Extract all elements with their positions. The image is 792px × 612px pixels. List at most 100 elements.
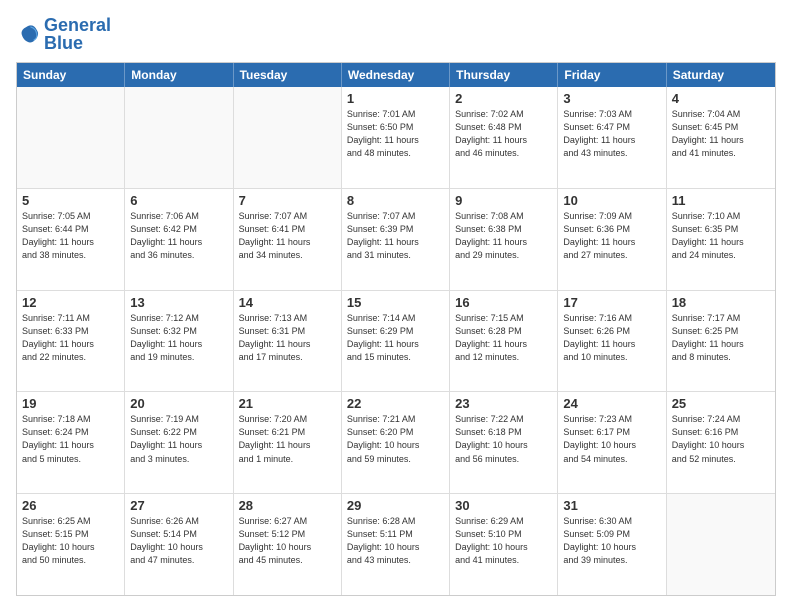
calendar-day-17: 17 Sunrise: 7:16 AM Sunset: 6:26 PM Dayli… [558, 291, 666, 392]
day-number: 21 [239, 396, 336, 411]
day-info: Sunrise: 7:13 AM Sunset: 6:31 PM Dayligh… [239, 312, 336, 364]
day-info: Sunrise: 6:27 AM Sunset: 5:12 PM Dayligh… [239, 515, 336, 567]
calendar: SundayMondayTuesdayWednesdayThursdayFrid… [16, 62, 776, 596]
calendar-day-27: 27 Sunrise: 6:26 AM Sunset: 5:14 PM Dayli… [125, 494, 233, 595]
day-number: 23 [455, 396, 552, 411]
day-number: 3 [563, 91, 660, 106]
calendar-day-10: 10Sunrise: 7:09 AM Sunset: 6:36 PM Dayli… [558, 189, 666, 290]
day-info: Sunrise: 7:18 AM Sunset: 6:24 PM Dayligh… [22, 413, 119, 465]
day-number: 31 [563, 498, 660, 513]
calendar-day-31: 31 Sunrise: 6:30 AM Sunset: 5:09 PM Dayli… [558, 494, 666, 595]
calendar-day-29: 29Sunrise: 6:28 AM Sunset: 5:11 PM Dayli… [342, 494, 450, 595]
day-info: Sunrise: 7:05 AM Sunset: 6:44 PM Dayligh… [22, 210, 119, 262]
day-number: 26 [22, 498, 119, 513]
calendar-week-2: 5 Sunrise: 7:05 AM Sunset: 6:44 PM Daylig… [17, 188, 775, 290]
calendar-day-16: 16 Sunrise: 7:15 AM Sunset: 6:28 PM Dayli… [450, 291, 558, 392]
calendar-week-1: 1 Sunrise: 7:01 AM Sunset: 6:50 PM Daylig… [17, 87, 775, 188]
day-info: Sunrise: 7:20 AM Sunset: 6:21 PM Dayligh… [239, 413, 336, 465]
day-number: 17 [563, 295, 660, 310]
calendar-day-2: 2 Sunrise: 7:02 AM Sunset: 6:48 PM Daylig… [450, 87, 558, 188]
day-number: 14 [239, 295, 336, 310]
calendar-day-23: 23 Sunrise: 7:22 AM Sunset: 6:18 PM Dayli… [450, 392, 558, 493]
day-info: Sunrise: 7:07 AM Sunset: 6:41 PM Dayligh… [239, 210, 336, 262]
header-day-saturday: Saturday [667, 63, 775, 87]
calendar-day-20: 20 Sunrise: 7:19 AM Sunset: 6:22 PM Dayli… [125, 392, 233, 493]
day-info: Sunrise: 6:26 AM Sunset: 5:14 PM Dayligh… [130, 515, 227, 567]
day-info: Sunrise: 7:01 AM Sunset: 6:50 PM Dayligh… [347, 108, 444, 160]
day-info: Sunrise: 7:19 AM Sunset: 6:22 PM Dayligh… [130, 413, 227, 465]
header-day-friday: Friday [558, 63, 666, 87]
day-info: Sunrise: 6:30 AM Sunset: 5:09 PM Dayligh… [563, 515, 660, 567]
calendar-day-1: 1 Sunrise: 7:01 AM Sunset: 6:50 PM Daylig… [342, 87, 450, 188]
calendar-day-21: 21 Sunrise: 7:20 AM Sunset: 6:21 PM Dayli… [234, 392, 342, 493]
day-number: 29 [347, 498, 444, 513]
calendar-day-19: 19 Sunrise: 7:18 AM Sunset: 6:24 PM Dayli… [17, 392, 125, 493]
calendar-week-5: 26 Sunrise: 6:25 AM Sunset: 5:15 PM Dayli… [17, 493, 775, 595]
calendar-day-4: 4Sunrise: 7:04 AM Sunset: 6:45 PM Daylig… [667, 87, 775, 188]
day-number: 20 [130, 396, 227, 411]
day-info: Sunrise: 7:22 AM Sunset: 6:18 PM Dayligh… [455, 413, 552, 465]
day-info: Sunrise: 7:08 AM Sunset: 6:38 PM Dayligh… [455, 210, 552, 262]
day-number: 8 [347, 193, 444, 208]
calendar-day-13: 13 Sunrise: 7:12 AM Sunset: 6:32 PM Dayli… [125, 291, 233, 392]
calendar-day-11: 11Sunrise: 7:10 AM Sunset: 6:35 PM Dayli… [667, 189, 775, 290]
header-day-sunday: Sunday [17, 63, 125, 87]
day-info: Sunrise: 7:02 AM Sunset: 6:48 PM Dayligh… [455, 108, 552, 160]
calendar-day-3: 3 Sunrise: 7:03 AM Sunset: 6:47 PM Daylig… [558, 87, 666, 188]
day-info: Sunrise: 7:11 AM Sunset: 6:33 PM Dayligh… [22, 312, 119, 364]
calendar-day-6: 6Sunrise: 7:06 AM Sunset: 6:42 PM Daylig… [125, 189, 233, 290]
logo: General Blue [16, 16, 111, 52]
day-info: Sunrise: 6:29 AM Sunset: 5:10 PM Dayligh… [455, 515, 552, 567]
calendar-day-26: 26 Sunrise: 6:25 AM Sunset: 5:15 PM Dayli… [17, 494, 125, 595]
calendar-day-12: 12 Sunrise: 7:11 AM Sunset: 6:33 PM Dayli… [17, 291, 125, 392]
calendar-week-4: 19 Sunrise: 7:18 AM Sunset: 6:24 PM Dayli… [17, 391, 775, 493]
day-number: 28 [239, 498, 336, 513]
day-info: Sunrise: 7:21 AM Sunset: 6:20 PM Dayligh… [347, 413, 444, 465]
day-number: 16 [455, 295, 552, 310]
calendar-body: 1 Sunrise: 7:01 AM Sunset: 6:50 PM Daylig… [17, 87, 775, 595]
logo-icon [16, 22, 40, 46]
logo-text: General Blue [44, 16, 111, 52]
header-day-wednesday: Wednesday [342, 63, 450, 87]
day-number: 9 [455, 193, 552, 208]
calendar-empty-cell [234, 87, 342, 188]
calendar-day-22: 22 Sunrise: 7:21 AM Sunset: 6:20 PM Dayli… [342, 392, 450, 493]
day-info: Sunrise: 7:15 AM Sunset: 6:28 PM Dayligh… [455, 312, 552, 364]
day-info: Sunrise: 7:03 AM Sunset: 6:47 PM Dayligh… [563, 108, 660, 160]
header-day-tuesday: Tuesday [234, 63, 342, 87]
day-info: Sunrise: 7:16 AM Sunset: 6:26 PM Dayligh… [563, 312, 660, 364]
calendar-empty-cell [667, 494, 775, 595]
day-info: Sunrise: 7:04 AM Sunset: 6:45 PM Dayligh… [672, 108, 770, 160]
day-info: Sunrise: 7:23 AM Sunset: 6:17 PM Dayligh… [563, 413, 660, 465]
calendar-day-8: 8 Sunrise: 7:07 AM Sunset: 6:39 PM Daylig… [342, 189, 450, 290]
day-number: 18 [672, 295, 770, 310]
day-number: 1 [347, 91, 444, 106]
day-number: 19 [22, 396, 119, 411]
day-number: 15 [347, 295, 444, 310]
day-info: Sunrise: 7:10 AM Sunset: 6:35 PM Dayligh… [672, 210, 770, 262]
day-number: 25 [672, 396, 770, 411]
day-number: 10 [563, 193, 660, 208]
day-number: 22 [347, 396, 444, 411]
header-day-thursday: Thursday [450, 63, 558, 87]
calendar-header: SundayMondayTuesdayWednesdayThursdayFrid… [17, 63, 775, 87]
day-number: 12 [22, 295, 119, 310]
day-number: 27 [130, 498, 227, 513]
calendar-day-9: 9 Sunrise: 7:08 AM Sunset: 6:38 PM Daylig… [450, 189, 558, 290]
day-number: 13 [130, 295, 227, 310]
day-number: 2 [455, 91, 552, 106]
calendar-day-14: 14 Sunrise: 7:13 AM Sunset: 6:31 PM Dayli… [234, 291, 342, 392]
calendar-week-3: 12 Sunrise: 7:11 AM Sunset: 6:33 PM Dayli… [17, 290, 775, 392]
day-info: Sunrise: 6:25 AM Sunset: 5:15 PM Dayligh… [22, 515, 119, 567]
page-header: General Blue [16, 16, 776, 52]
calendar-day-7: 7 Sunrise: 7:07 AM Sunset: 6:41 PM Daylig… [234, 189, 342, 290]
calendar-day-15: 15Sunrise: 7:14 AM Sunset: 6:29 PM Dayli… [342, 291, 450, 392]
calendar-day-24: 24Sunrise: 7:23 AM Sunset: 6:17 PM Dayli… [558, 392, 666, 493]
day-info: Sunrise: 7:12 AM Sunset: 6:32 PM Dayligh… [130, 312, 227, 364]
day-number: 5 [22, 193, 119, 208]
day-number: 7 [239, 193, 336, 208]
day-number: 30 [455, 498, 552, 513]
day-info: Sunrise: 7:07 AM Sunset: 6:39 PM Dayligh… [347, 210, 444, 262]
day-number: 6 [130, 193, 227, 208]
calendar-day-28: 28 Sunrise: 6:27 AM Sunset: 5:12 PM Dayli… [234, 494, 342, 595]
